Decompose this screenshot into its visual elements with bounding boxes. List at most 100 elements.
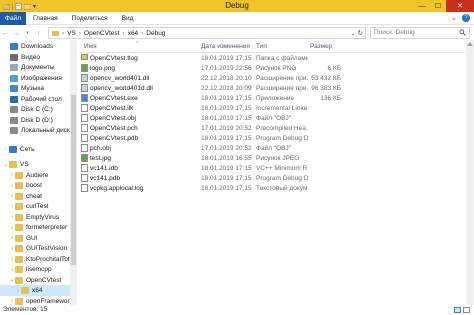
nav-item-tree-4[interactable]: › curlTest <box>0 201 70 212</box>
tab-share[interactable]: Поделиться <box>65 12 115 25</box>
back-button[interactable]: ← <box>0 30 11 37</box>
file-row[interactable]: logo.png 17.01.2019 22:56 Рисунок PNG 6 КБ <box>80 64 465 74</box>
tab-home[interactable]: Главная <box>26 12 65 25</box>
nav-item-tree-12[interactable]: › x64 <box>0 285 70 296</box>
forward-button[interactable]: → <box>11 30 22 37</box>
nav-item-label: Документы <box>21 64 55 71</box>
nav-item-quick-2[interactable]: Документы <box>0 62 70 73</box>
search-input[interactable]: Поиск: Debug <box>370 27 470 39</box>
minimize-button[interactable]: — <box>414 0 430 12</box>
nav-item-label: EmptyVirus <box>26 213 60 221</box>
nav-item-tree-6[interactable]: › formeterpreter <box>0 222 70 233</box>
details-view-icon[interactable] <box>454 307 461 313</box>
navigation-scroll-thumb[interactable] <box>71 95 76 265</box>
breadcrumb-x64[interactable]: x64 <box>128 30 138 37</box>
nav-item-quick-0[interactable]: Downloads <box>0 41 70 52</box>
nav-item-quick-3[interactable]: Изображения <box>0 73 70 84</box>
file-row[interactable]: OpenCVtest.exe 18.01.2019 17:15 Приложение… <box>80 94 465 104</box>
pictures-icon <box>10 74 18 82</box>
nav-item-quick-8[interactable]: Локальный диск <box>0 125 70 136</box>
application-icon <box>81 94 88 102</box>
file-row[interactable]: OpenCVtest.ilk 18.01.2019 17:15 Incrementa… <box>80 104 465 114</box>
folder-icon <box>52 30 59 36</box>
nav-item-tree-10[interactable]: › lisemcpp <box>0 264 70 275</box>
nav-item-quick-6[interactable]: Disk C (C:) <box>0 104 70 115</box>
nav-item-quick-1[interactable]: Видео <box>0 52 70 63</box>
file-type: Program Debug D... <box>256 175 308 182</box>
nav-item-label: Музыка <box>21 85 44 92</box>
close-button[interactable]: ✕ <box>446 0 474 12</box>
file-row[interactable]: test.jpg 18.01.2019 16:55 Рисунок JPEG <box>80 154 465 164</box>
file-name: pch.obj <box>90 145 111 152</box>
file-row[interactable]: vcpkg.applocal.log 18.01.2019 17:15 Тексто… <box>80 184 465 194</box>
dll-file-icon <box>81 74 88 82</box>
large-icons-view-icon[interactable] <box>463 307 470 313</box>
help-icon[interactable]: ? <box>462 14 470 22</box>
file-row[interactable]: pch.obj 17.01.2019 20:52 Файл "OBJ" <box>80 144 465 154</box>
breadcrumb-separator: › <box>122 29 125 37</box>
nav-item-tree-5[interactable]: › EmptyVirus <box>0 212 70 223</box>
nav-item-network[interactable]: › Сеть <box>0 144 70 155</box>
nav-item-tree-3[interactable]: › cheat <box>0 191 70 202</box>
expand-ribbon-icon[interactable]: ⌄ <box>451 14 457 22</box>
tab-file[interactable]: Файл <box>0 11 26 25</box>
file-row[interactable]: vc141.pdb 18.01.2019 17:15 Program Debug D… <box>80 174 465 184</box>
navigation-scrollbar[interactable] <box>70 40 77 305</box>
file-row[interactable]: OpenCVtest.obj 18.01.2019 17:15 Файл "OBJ" <box>80 114 465 124</box>
file-date: 22.12.2018 20:09 <box>201 85 252 92</box>
nav-item-label: Downloads <box>21 43 54 50</box>
nav-item-tree-2[interactable]: › boost <box>0 180 70 191</box>
recent-locations-icon[interactable]: ▾ <box>22 30 33 36</box>
nav-item-quick-7[interactable]: Disk D (D:) <box>0 115 70 126</box>
address-bar[interactable]: › VS › OpenCVtest › x64 › Debug ⌄ ↻ <box>48 27 366 39</box>
breadcrumb-separator: › <box>78 29 82 37</box>
file-row[interactable]: OpenCVtest.pch 17.01.2019 20:52 Precompile… <box>80 124 465 134</box>
file-type: Расширение при... <box>256 75 308 82</box>
file-row[interactable]: OpenCVtest.tlog 18.01.2019 17:15 Папка с ф… <box>80 54 465 64</box>
file-date: 17.01.2019 20:52 <box>201 145 252 152</box>
nav-item-quick-4[interactable]: Музыка <box>0 83 70 94</box>
search-icon <box>459 29 466 36</box>
up-button[interactable]: ↑ <box>33 30 44 37</box>
title-bar: ▾ Debug — ☐ ✕ <box>0 0 474 12</box>
scroll-up-arrow-icon[interactable] <box>467 42 473 46</box>
breadcrumb-vs[interactable]: VS <box>67 30 76 37</box>
file-date: 18.01.2019 17:15 <box>201 95 252 102</box>
tab-view[interactable]: Вид <box>115 12 141 25</box>
column-header-name[interactable]: Имя <box>84 41 97 52</box>
nav-item-tree-0[interactable]: ⌄ VS <box>0 159 70 170</box>
breadcrumb-opencvtest[interactable]: OpenCVtest <box>84 30 119 37</box>
nav-item-label: Рабочий стол <box>21 95 62 103</box>
file-size: 6 КБ <box>327 65 341 72</box>
nav-item-quick-5[interactable]: Рабочий стол <box>0 94 70 105</box>
nav-item-tree-9[interactable]: › KtoProchitalTotS <box>0 254 74 265</box>
file-icon <box>81 104 88 112</box>
file-list-scrollbar[interactable] <box>466 40 474 305</box>
column-header-type[interactable]: Тип <box>256 41 267 52</box>
file-row[interactable]: opencv_world401.dll 22.12.2018 20:10 Расши… <box>80 74 465 84</box>
nav-item-label: GUI <box>26 234 38 242</box>
nav-item-tree-1[interactable]: › Audiere <box>0 170 70 181</box>
nav-item-label: OpenCVtest <box>26 276 62 284</box>
nav-item-tree-11[interactable]: ⌄ OpenCVtest <box>0 275 70 286</box>
maximize-button[interactable]: ☐ <box>430 0 446 12</box>
refresh-icon[interactable]: ↻ <box>358 30 363 37</box>
video-icon <box>10 53 18 61</box>
nav-item-tree-13[interactable]: › openFrameworks <box>0 296 76 306</box>
column-header-size[interactable]: Размер <box>310 41 332 52</box>
nav-item-tree-7[interactable]: › GUI <box>0 233 70 244</box>
image-file-icon <box>81 154 88 162</box>
column-header-date[interactable]: Дата изменения <box>201 41 250 52</box>
file-row[interactable]: vc141.idb 18.01.2019 17:15 VC++ Minimum R.… <box>80 164 465 174</box>
breadcrumb-debug[interactable]: Debug <box>146 30 165 37</box>
file-icon <box>81 144 88 152</box>
file-row[interactable]: OpenCVtest.pdb 18.01.2019 17:15 Program De… <box>80 134 465 144</box>
file-name: OpenCVtest.ilk <box>90 105 134 112</box>
address-dropdown-icon[interactable]: ⌄ <box>350 30 355 37</box>
file-name: OpenCVtest.pdb <box>90 135 139 142</box>
file-row[interactable]: opencv_world401d.dll 22.12.2018 20:09 Расш… <box>80 84 465 94</box>
nav-item-label: boost <box>26 182 42 189</box>
file-name: OpenCVtest.exe <box>90 95 138 102</box>
folder-icon <box>15 182 23 189</box>
nav-item-tree-8[interactable]: › GUITestVision <box>0 243 70 254</box>
